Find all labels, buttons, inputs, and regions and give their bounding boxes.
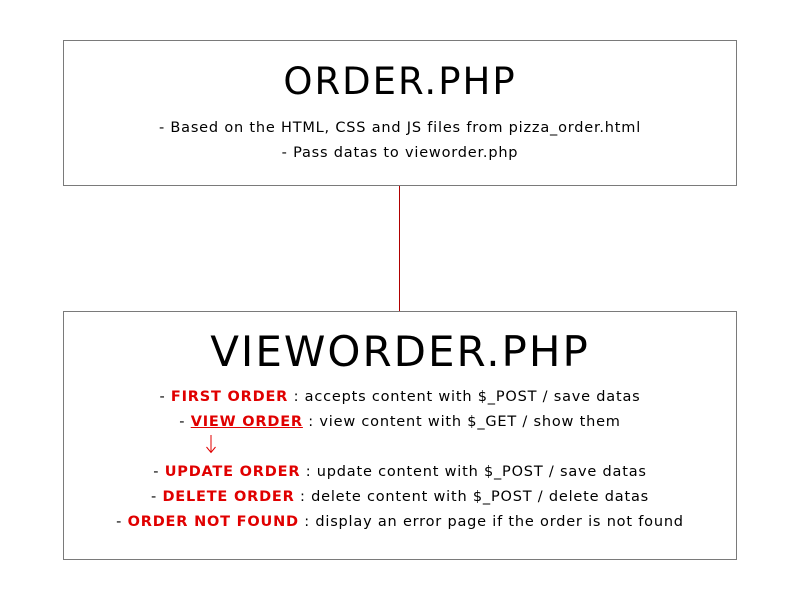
connector-line [399, 186, 400, 311]
order-php-line: - Pass datas to vieworder.php [281, 145, 519, 161]
item-description: : accepts content with $_POST / save dat… [288, 389, 641, 405]
item-prefix: - [116, 514, 128, 530]
item-keyword: VIEW ORDER [190, 414, 303, 430]
item-prefix: - [151, 489, 163, 505]
order-php-description: - Based on the HTML, CSS and JS files fr… [64, 116, 736, 166]
arrow-down-icon [206, 435, 216, 454]
diagram-canvas: ORDER.PHP - Based on the HTML, CSS and J… [0, 0, 800, 600]
vieworder-item-delete-order: - DELETE ORDER : delete content with $_P… [64, 485, 736, 510]
arrow-row [64, 435, 736, 460]
item-keyword: ORDER NOT FOUND [127, 514, 299, 530]
item-prefix: - [153, 464, 165, 480]
vieworder-item-update-order: - UPDATE ORDER : update content with $_P… [64, 460, 736, 485]
order-php-title: ORDER.PHP [283, 60, 517, 103]
item-description: : display an error page if the order is … [298, 514, 684, 530]
item-prefix: - [159, 389, 171, 405]
item-prefix: - [179, 414, 191, 430]
vieworder-php-items: - FIRST ORDER : accepts content with $_P… [64, 385, 736, 535]
order-php-line: - Based on the HTML, CSS and JS files fr… [158, 120, 642, 136]
order-php-box: ORDER.PHP - Based on the HTML, CSS and J… [63, 40, 737, 186]
item-description: : view content with $_GET / show them [302, 414, 621, 430]
vieworder-php-box: VIEWORDER.PHP - FIRST ORDER : accepts co… [63, 311, 737, 560]
item-description: : update content with $_POST / save data… [300, 464, 647, 480]
item-keyword: FIRST ORDER [170, 389, 289, 405]
item-description: : delete content with $_POST / delete da… [294, 489, 649, 505]
item-keyword: DELETE ORDER [162, 489, 295, 505]
vieworder-php-title: VIEWORDER.PHP [210, 327, 590, 376]
vieworder-item-order-not-found: - ORDER NOT FOUND : display an error pag… [64, 510, 736, 535]
vieworder-item-first-order: - FIRST ORDER : accepts content with $_P… [64, 385, 736, 410]
item-keyword: UPDATE ORDER [164, 464, 301, 480]
vieworder-item-view-order: - VIEW ORDER : view content with $_GET /… [64, 410, 736, 435]
